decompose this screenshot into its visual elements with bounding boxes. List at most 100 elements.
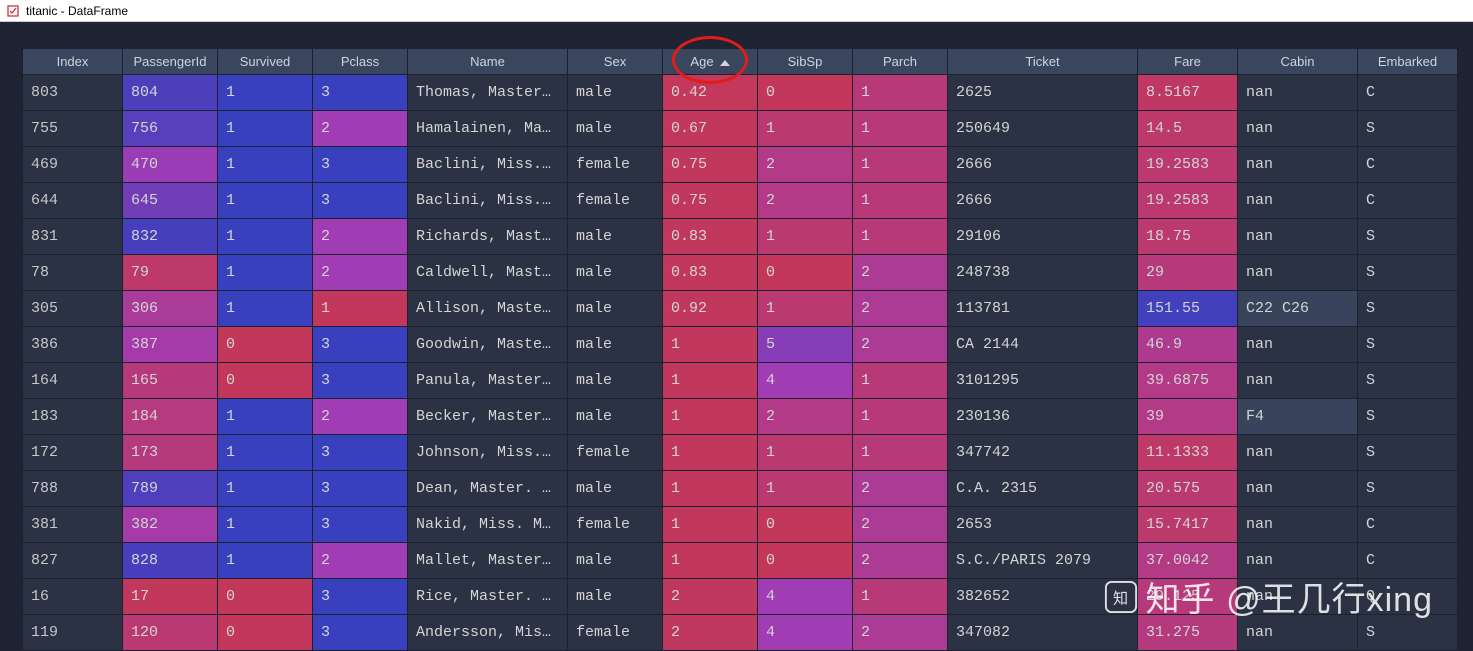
col-header-sibsp[interactable]: SibSp [758, 49, 853, 75]
cell-embarked[interactable]: S [1358, 219, 1458, 255]
cell-fare[interactable]: 20.575 [1138, 471, 1238, 507]
cell-index[interactable]: 386 [23, 327, 123, 363]
cell-sibsp[interactable]: 4 [758, 579, 853, 615]
cell-sibsp[interactable]: 0 [758, 507, 853, 543]
cell-age[interactable]: 0.83 [663, 255, 758, 291]
cell-embarked[interactable]: C [1358, 147, 1458, 183]
cell-passengerid[interactable]: 173 [123, 435, 218, 471]
cell-sibsp[interactable]: 5 [758, 327, 853, 363]
table-row[interactable]: 161703Rice, Master. …male24138265229.125… [23, 579, 1458, 615]
cell-passengerid[interactable]: 17 [123, 579, 218, 615]
cell-passengerid[interactable]: 120 [123, 615, 218, 651]
cell-sibsp[interactable]: 1 [758, 471, 853, 507]
table-row[interactable]: 64464513Baclini, Miss.…female0.752126661… [23, 183, 1458, 219]
cell-sibsp[interactable]: 4 [758, 615, 853, 651]
cell-survived[interactable]: 1 [218, 255, 313, 291]
cell-survived[interactable]: 0 [218, 363, 313, 399]
cell-name[interactable]: Panula, Master… [408, 363, 568, 399]
cell-cabin[interactable]: nan [1238, 579, 1358, 615]
cell-index[interactable]: 469 [23, 147, 123, 183]
cell-index[interactable]: 305 [23, 291, 123, 327]
cell-name[interactable]: Andersson, Mis… [408, 615, 568, 651]
cell-sex[interactable]: male [568, 219, 663, 255]
cell-sex[interactable]: male [568, 75, 663, 111]
cell-cabin[interactable]: nan [1238, 111, 1358, 147]
cell-survived[interactable]: 1 [218, 75, 313, 111]
cell-age[interactable]: 1 [663, 435, 758, 471]
cell-name[interactable]: Johnson, Miss.… [408, 435, 568, 471]
cell-sex[interactable]: male [568, 579, 663, 615]
cell-embarked[interactable]: S [1358, 471, 1458, 507]
col-header-parch[interactable]: Parch [853, 49, 948, 75]
cell-survived[interactable]: 0 [218, 327, 313, 363]
cell-parch[interactable]: 2 [853, 327, 948, 363]
cell-passengerid[interactable]: 165 [123, 363, 218, 399]
cell-age[interactable]: 1 [663, 471, 758, 507]
col-header-ticket[interactable]: Ticket [948, 49, 1138, 75]
cell-survived[interactable]: 1 [218, 147, 313, 183]
cell-ticket[interactable]: 29106 [948, 219, 1138, 255]
cell-cabin[interactable]: nan [1238, 219, 1358, 255]
cell-cabin[interactable]: nan [1238, 327, 1358, 363]
cell-fare[interactable]: 37.0042 [1138, 543, 1238, 579]
col-header-pclass[interactable]: Pclass [313, 49, 408, 75]
cell-parch[interactable]: 1 [853, 435, 948, 471]
cell-parch[interactable]: 1 [853, 399, 948, 435]
cell-cabin[interactable]: nan [1238, 543, 1358, 579]
cell-passengerid[interactable]: 382 [123, 507, 218, 543]
cell-passengerid[interactable]: 79 [123, 255, 218, 291]
cell-sex[interactable]: male [568, 399, 663, 435]
cell-pclass[interactable]: 3 [313, 327, 408, 363]
cell-ticket[interactable]: 250649 [948, 111, 1138, 147]
cell-passengerid[interactable]: 306 [123, 291, 218, 327]
cell-sibsp[interactable]: 2 [758, 399, 853, 435]
cell-age[interactable]: 2 [663, 579, 758, 615]
cell-embarked[interactable]: C [1358, 75, 1458, 111]
cell-embarked[interactable]: S [1358, 615, 1458, 651]
cell-passengerid[interactable]: 828 [123, 543, 218, 579]
cell-passengerid[interactable]: 470 [123, 147, 218, 183]
col-header-embarked[interactable]: Embarked [1358, 49, 1458, 75]
cell-index[interactable]: 78 [23, 255, 123, 291]
cell-cabin[interactable]: nan [1238, 435, 1358, 471]
cell-sex[interactable]: male [568, 327, 663, 363]
cell-pclass[interactable]: 2 [313, 219, 408, 255]
cell-passengerid[interactable]: 756 [123, 111, 218, 147]
cell-ticket[interactable]: C.A. 2315 [948, 471, 1138, 507]
cell-parch[interactable]: 1 [853, 111, 948, 147]
cell-fare[interactable]: 19.2583 [1138, 147, 1238, 183]
cell-sex[interactable]: male [568, 543, 663, 579]
cell-passengerid[interactable]: 387 [123, 327, 218, 363]
col-header-sex[interactable]: Sex [568, 49, 663, 75]
cell-parch[interactable]: 1 [853, 75, 948, 111]
cell-survived[interactable]: 1 [218, 507, 313, 543]
cell-fare[interactable]: 29 [1138, 255, 1238, 291]
cell-ticket[interactable]: 2653 [948, 507, 1138, 543]
cell-name[interactable]: Mallet, Master… [408, 543, 568, 579]
cell-parch[interactable]: 2 [853, 507, 948, 543]
cell-sex[interactable]: female [568, 147, 663, 183]
cell-pclass[interactable]: 3 [313, 615, 408, 651]
cell-pclass[interactable]: 2 [313, 255, 408, 291]
col-header-survived[interactable]: Survived [218, 49, 313, 75]
cell-pclass[interactable]: 3 [313, 363, 408, 399]
cell-ticket[interactable]: 382652 [948, 579, 1138, 615]
cell-name[interactable]: Rice, Master. … [408, 579, 568, 615]
cell-fare[interactable]: 29.125 [1138, 579, 1238, 615]
cell-ticket[interactable]: 3101295 [948, 363, 1138, 399]
cell-sibsp[interactable]: 1 [758, 291, 853, 327]
col-header-cabin[interactable]: Cabin [1238, 49, 1358, 75]
cell-parch[interactable]: 1 [853, 219, 948, 255]
cell-embarked[interactable]: Q [1358, 579, 1458, 615]
cell-ticket[interactable]: 2666 [948, 183, 1138, 219]
cell-fare[interactable]: 39.6875 [1138, 363, 1238, 399]
cell-name[interactable]: Dean, Master. … [408, 471, 568, 507]
cell-sibsp[interactable]: 0 [758, 543, 853, 579]
cell-age[interactable]: 1 [663, 399, 758, 435]
cell-parch[interactable]: 1 [853, 147, 948, 183]
cell-fare[interactable]: 8.5167 [1138, 75, 1238, 111]
cell-ticket[interactable]: 248738 [948, 255, 1138, 291]
table-row[interactable]: 787912Caldwell, Mast…male0.830224873829n… [23, 255, 1458, 291]
table-row[interactable]: 78878913Dean, Master. …male112C.A. 23152… [23, 471, 1458, 507]
cell-age[interactable]: 0.42 [663, 75, 758, 111]
